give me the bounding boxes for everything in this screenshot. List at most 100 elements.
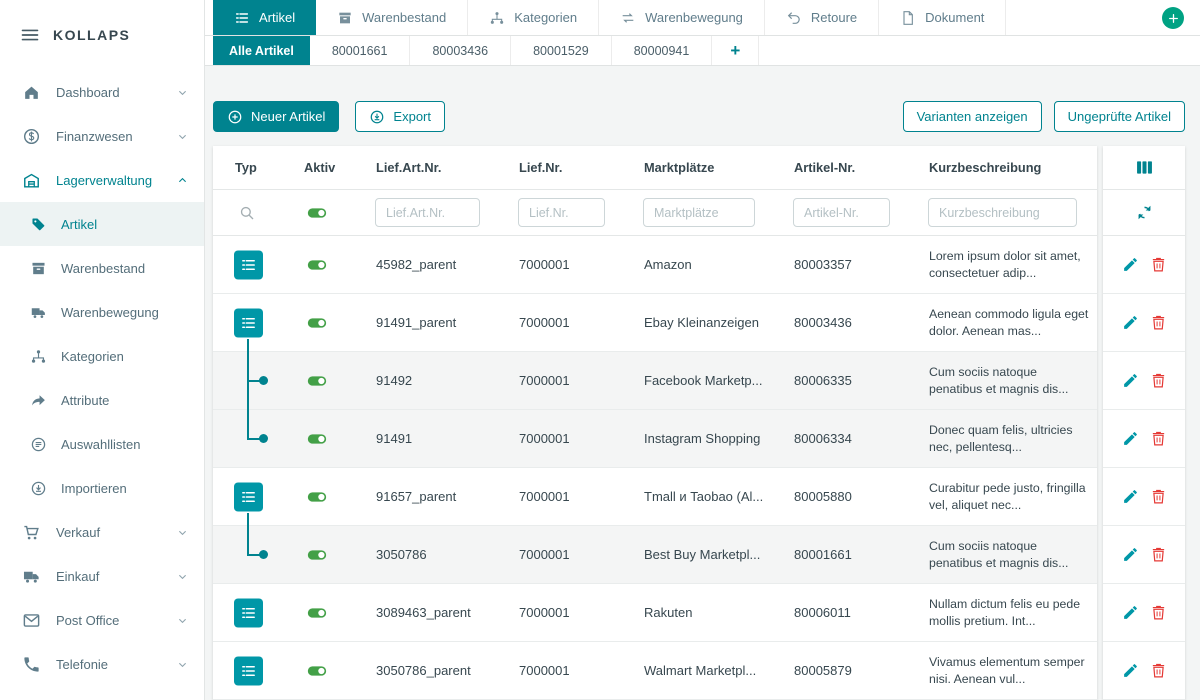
row-type-cell: [213, 410, 285, 467]
table-row[interactable]: 3089463_parent7000001Rakuten80006011Null…: [213, 584, 1097, 642]
edit-icon[interactable]: [1122, 546, 1139, 563]
row-artikel-nr: 80003436: [775, 315, 910, 330]
sidebar-subitem-warenbewegung[interactable]: Warenbewegung: [0, 290, 204, 334]
sidebar-item-telefonie[interactable]: Telefonie: [0, 642, 204, 686]
subtab-article[interactable]: 80001661: [310, 36, 411, 65]
tab-artikel[interactable]: Artikel: [213, 0, 316, 35]
table-row[interactable]: 914917000001Instagram Shopping80006334Do…: [213, 410, 1097, 468]
delete-icon[interactable]: [1150, 546, 1167, 563]
table-row[interactable]: 91491_parent7000001Ebay Kleinanzeigen800…: [213, 294, 1097, 352]
subtab-alle-artikel[interactable]: Alle Artikel: [213, 36, 310, 65]
active-toggle-icon[interactable]: [306, 660, 328, 682]
edit-icon[interactable]: [1122, 372, 1139, 389]
row-artikel-nr: 80005879: [775, 663, 910, 678]
tab-kategorien[interactable]: Kategorien: [468, 0, 599, 35]
edit-icon[interactable]: [1122, 604, 1139, 621]
table-row[interactable]: 914927000001Facebook Marketp...80006335C…: [213, 352, 1097, 410]
sidebar-item-dashboard[interactable]: Dashboard: [0, 70, 204, 114]
sidebar-item-finanzwesen[interactable]: Finanzwesen: [0, 114, 204, 158]
row-lief-nr: 7000001: [500, 663, 625, 678]
edit-icon[interactable]: [1122, 314, 1139, 331]
row-artikel-nr: 80005880: [775, 489, 910, 504]
edit-icon[interactable]: [1122, 256, 1139, 273]
unchecked-articles-button[interactable]: Ungeprüfte Artikel: [1054, 101, 1185, 132]
edit-icon[interactable]: [1122, 662, 1139, 679]
sidebar-subitem-kategorien[interactable]: Kategorien: [0, 334, 204, 378]
active-toggle-icon[interactable]: [306, 202, 328, 224]
filter-kurzbeschreibung-input[interactable]: [928, 198, 1077, 227]
active-toggle-icon[interactable]: [306, 544, 328, 566]
subtab-article[interactable]: 80001529: [511, 36, 612, 65]
export-button[interactable]: Export: [355, 101, 445, 132]
table-section: Typ Aktiv Lief.Art.Nr. Lief.Nr. Marktplä…: [213, 146, 1185, 700]
filter-marktplaetze-input[interactable]: [643, 198, 755, 227]
sidebar-subitem-label: Warenbestand: [61, 261, 145, 276]
sidebar-item-einkauf[interactable]: Einkauf: [0, 554, 204, 598]
articles-table: Typ Aktiv Lief.Art.Nr. Lief.Nr. Marktplä…: [213, 146, 1097, 700]
edit-icon[interactable]: [1122, 488, 1139, 505]
tab-dokument[interactable]: Dokument: [879, 0, 1006, 35]
filter-typ-cell: [213, 190, 285, 235]
active-toggle-icon[interactable]: [306, 428, 328, 450]
table-row[interactable]: 3050786_parent7000001Walmart Marketpl...…: [213, 642, 1097, 700]
delete-icon[interactable]: [1150, 256, 1167, 273]
sidebar-item-verkauf[interactable]: Verkauf: [0, 510, 204, 554]
sidebar-subitem-artikel[interactable]: Artikel: [0, 202, 204, 246]
tab-label: Dokument: [925, 10, 984, 25]
delete-icon[interactable]: [1150, 430, 1167, 447]
delete-icon[interactable]: [1150, 662, 1167, 679]
active-toggle-icon[interactable]: [306, 312, 328, 334]
article-type-button[interactable]: [234, 598, 263, 627]
tab-retoure[interactable]: Retoure: [765, 0, 879, 35]
filter-lief-nr-input[interactable]: [518, 198, 605, 227]
show-variants-button[interactable]: Varianten anzeigen: [903, 101, 1042, 132]
table-row[interactable]: 30507867000001Best Buy Marketpl...800016…: [213, 526, 1097, 584]
row-artikel-nr: 80003357: [775, 257, 910, 272]
row-lief-nr: 7000001: [500, 373, 625, 388]
sidebar-item-post-office[interactable]: Post Office: [0, 598, 204, 642]
delete-icon[interactable]: [1150, 372, 1167, 389]
article-type-button[interactable]: [234, 482, 263, 511]
search-icon[interactable]: [238, 204, 256, 222]
button-label: Neuer Artikel: [251, 109, 325, 124]
main-tabbar: Artikel Warenbestand Kategorien Warenbew…: [205, 0, 1200, 36]
sidebar-subitem-auswahllisten[interactable]: Auswahllisten: [0, 422, 204, 466]
row-lief-nr: 7000001: [500, 547, 625, 562]
column-header-aktiv: Aktiv: [285, 160, 357, 175]
row-marktplatz: Walmart Marketpl...: [625, 663, 775, 678]
article-type-button[interactable]: [234, 250, 263, 279]
plus-icon: [1167, 12, 1180, 25]
active-toggle-icon[interactable]: [306, 602, 328, 624]
delete-icon[interactable]: [1150, 314, 1167, 331]
subtab-article[interactable]: 80000941: [612, 36, 713, 65]
active-toggle-icon[interactable]: [306, 486, 328, 508]
article-type-button[interactable]: [234, 656, 263, 685]
delete-icon[interactable]: [1150, 604, 1167, 621]
tab-warenbestand[interactable]: Warenbestand: [316, 0, 468, 35]
article-type-button[interactable]: [234, 308, 263, 337]
chevron-down-icon: [175, 525, 190, 540]
sidebar-subitem-importieren[interactable]: Importieren: [0, 466, 204, 510]
plus-circle-icon: [227, 109, 243, 125]
new-article-button[interactable]: Neuer Artikel: [213, 101, 339, 132]
subtab-article[interactable]: 80003436: [410, 36, 511, 65]
refresh-icon[interactable]: [1135, 203, 1154, 222]
subtab-add-button[interactable]: +: [712, 36, 759, 65]
active-toggle-icon[interactable]: [306, 370, 328, 392]
table-row[interactable]: 91657_parent7000001Tmall и Taobao (Al...…: [213, 468, 1097, 526]
sidebar-subitem-attribute[interactable]: Attribute: [0, 378, 204, 422]
add-tab-button[interactable]: [1162, 7, 1184, 29]
columns-settings-icon[interactable]: [1134, 157, 1155, 178]
list-circle-icon: [30, 436, 47, 453]
active-toggle-icon[interactable]: [306, 254, 328, 276]
sidebar-subitem-warenbestand[interactable]: Warenbestand: [0, 246, 204, 290]
table-row[interactable]: 45982_parent7000001Amazon80003357Lorem i…: [213, 236, 1097, 294]
row-lief-nr: 7000001: [500, 489, 625, 504]
tab-warenbewegung[interactable]: Warenbewegung: [599, 0, 765, 35]
sidebar-item-lagerverwaltung[interactable]: Lagerverwaltung: [0, 158, 204, 202]
edit-icon[interactable]: [1122, 430, 1139, 447]
menu-icon[interactable]: [20, 25, 40, 45]
filter-artikel-nr-input[interactable]: [793, 198, 890, 227]
filter-lief-art-nr-input[interactable]: [375, 198, 480, 227]
delete-icon[interactable]: [1150, 488, 1167, 505]
